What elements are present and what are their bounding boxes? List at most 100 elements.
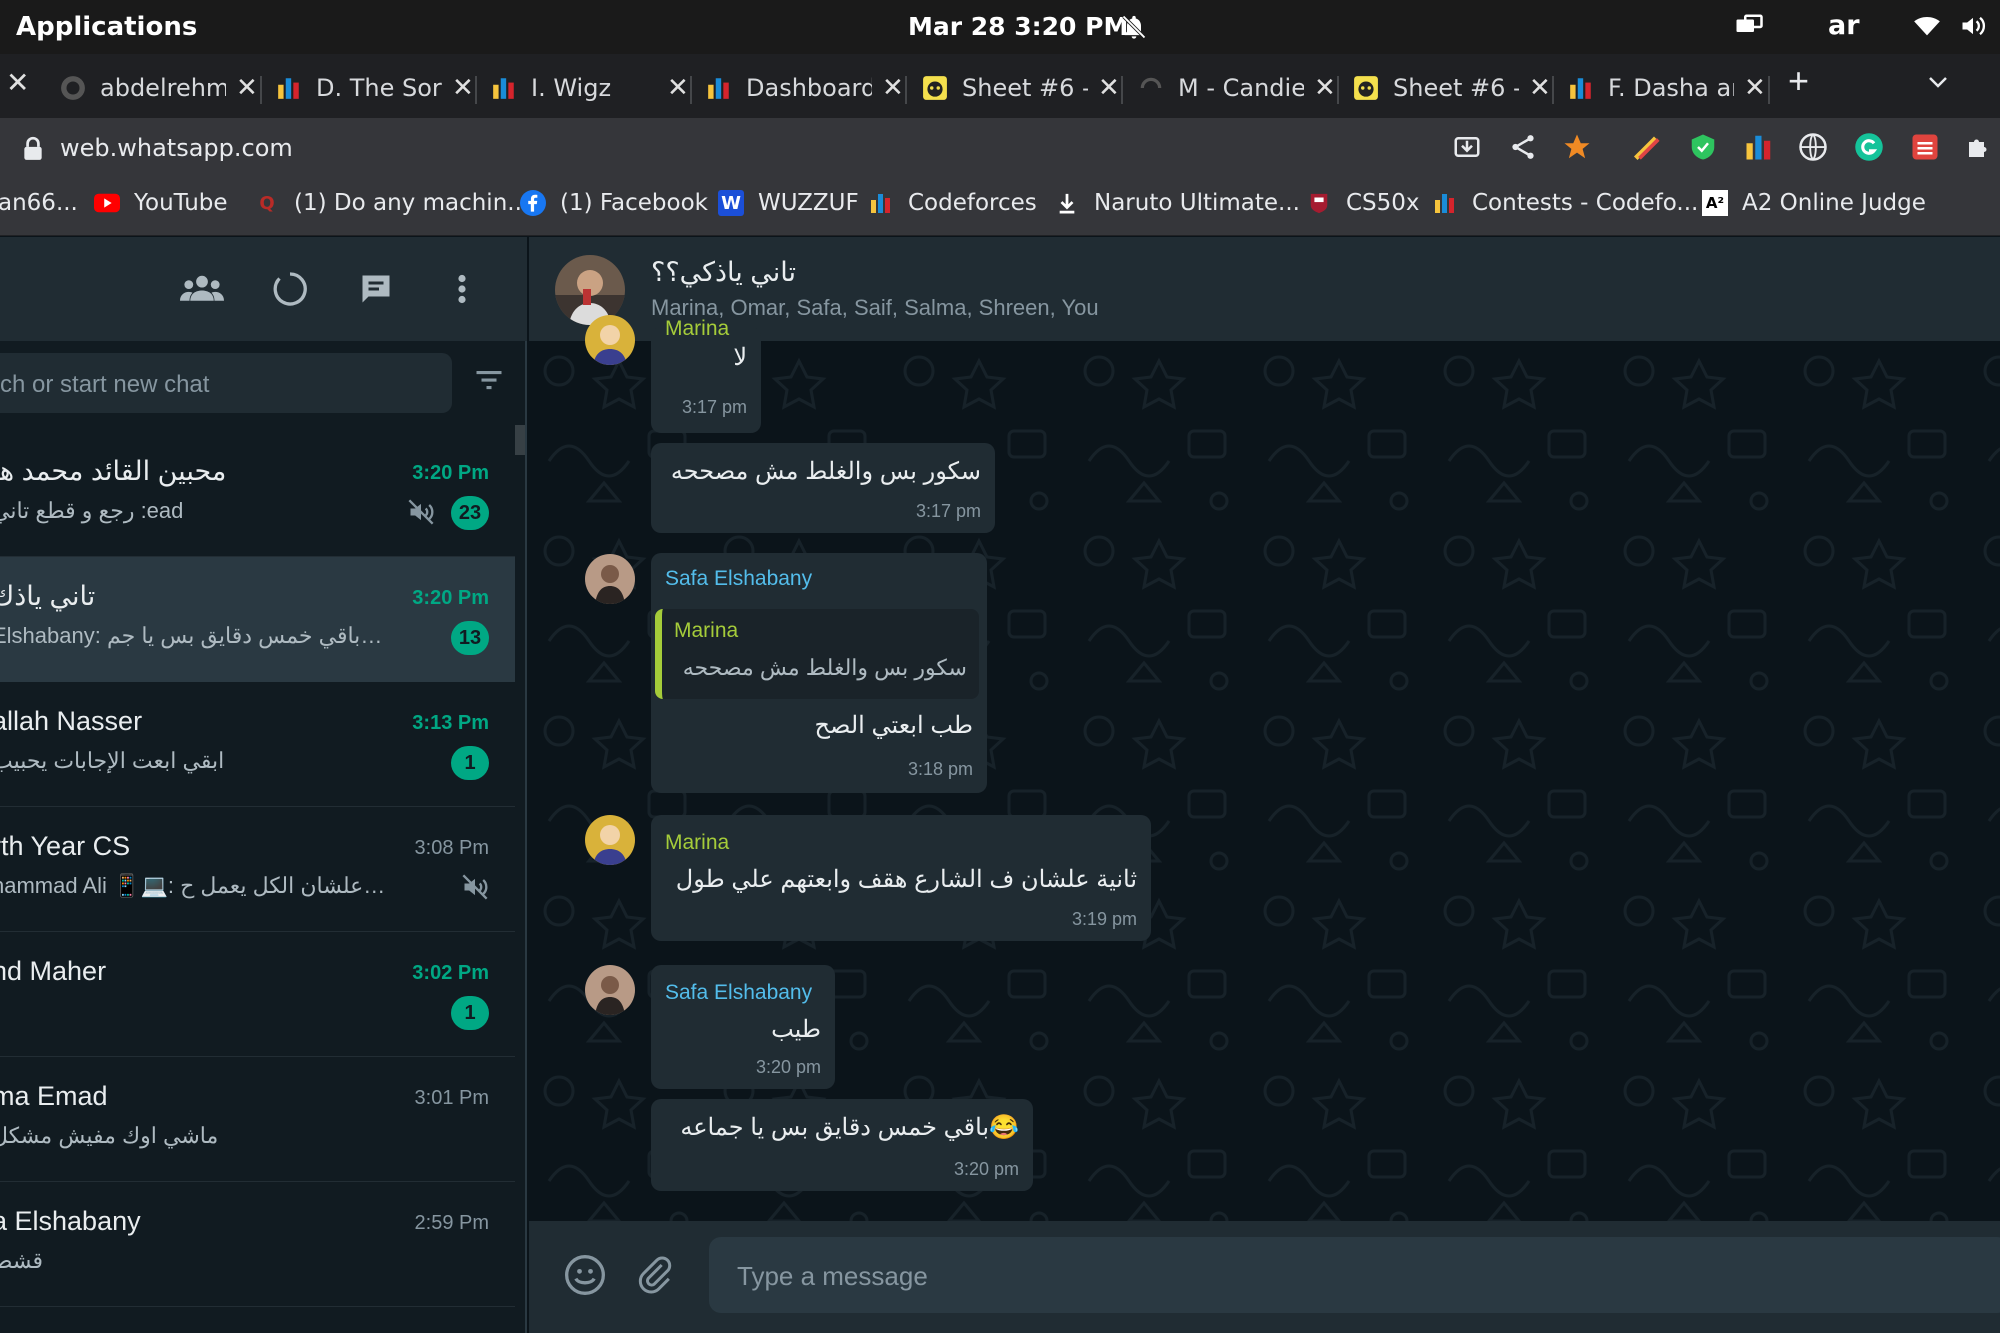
globe-extension-icon[interactable] <box>1798 132 1828 167</box>
lock-icon[interactable] <box>22 136 44 167</box>
codeforces-icon <box>276 75 302 101</box>
notifications-muted-icon[interactable] <box>1120 12 1148 46</box>
tab-close-icon[interactable]: ✕ <box>236 73 258 103</box>
bookmark-item[interactable]: an66... <box>0 190 78 216</box>
search-input[interactable]: ch or start new chat <box>0 353 452 413</box>
chat-list-item[interactable]: a Elshabany 2:59 Pm قشط <box>0 1182 515 1307</box>
bookmark-a2[interactable]: A² A2 Online Judge <box>1702 190 1926 216</box>
tab-close-icon[interactable]: ✕ <box>1744 73 1766 103</box>
message-sender: Marina <box>665 831 730 854</box>
message-bubble[interactable]: Safa Elshabany Marina سكور بس والغلط مش … <box>651 553 987 793</box>
codeforces-icon <box>1568 75 1594 101</box>
chat-list-item[interactable]: allah Nasser 3:13 Pm ابقي ابعت الإجابات … <box>0 682 515 807</box>
tab-close-icon[interactable]: ✕ <box>667 73 689 103</box>
chat-list-item[interactable]: محبين القائد محمد هـ 3:20 Pm رجع و قطع ت… <box>0 432 515 557</box>
chat-list-pane: ch or start new chat محبين القائد محمد ه… <box>0 237 527 1333</box>
conversation-header[interactable]: تاني ياذكي؟؟ Marina, Omar, Safa, Saif, S… <box>529 237 2000 341</box>
new-tab-plus-icon[interactable]: + <box>1788 60 1809 102</box>
tab-separator <box>260 76 262 104</box>
system-clock[interactable]: Mar 28 3:20 PM <box>908 12 1128 41</box>
browser-tab[interactable]: I. Wigz ✕ <box>491 62 689 114</box>
chat-name: محبين القائد محمد هـ <box>0 456 227 486</box>
message-bubble[interactable]: Safa Elshabany طيب 3:20 pm <box>651 965 835 1089</box>
applications-menu[interactable]: Applications <box>16 12 197 42</box>
bookmark-facebook[interactable]: (1) Facebook <box>520 190 708 216</box>
tab-close-icon[interactable]: ✕ <box>1098 73 1120 103</box>
status-icon[interactable] <box>272 271 308 312</box>
codeforces-icon <box>868 190 894 216</box>
sender-avatar-marina[interactable] <box>585 315 635 365</box>
sender-avatar-safa[interactable] <box>585 554 635 604</box>
message-bubble[interactable]: Marina لا 3:17 pm <box>651 317 761 433</box>
keyboard-layout-indicator[interactable]: ar <box>1828 10 1860 41</box>
filter-icon[interactable] <box>474 367 504 398</box>
emoji-icon[interactable] <box>563 1253 607 1302</box>
sender-avatar-safa[interactable] <box>585 965 635 1015</box>
message-sender: Safa Elshabany <box>665 567 813 590</box>
muted-icon <box>461 873 489 906</box>
bookmark-youtube[interactable]: YouTube <box>94 190 228 216</box>
chat-list-item[interactable]: تاني ياذك 3:20 Pm Elshabany: باقي خمس دق… <box>0 557 515 682</box>
quoted-message[interactable]: Marina سكور بس والغلط مش مصححه <box>655 609 979 699</box>
bookmark-label: YouTube <box>134 190 228 216</box>
tab-title: I. Wigz <box>531 74 612 102</box>
quoted-text: سكور بس والغلط مش مصححه <box>682 655 967 680</box>
message-text: طب ابعتي الصح <box>814 712 973 739</box>
chat-list-scrollbar[interactable] <box>515 425 525 455</box>
tab-separator <box>1337 76 1339 104</box>
share-icon[interactable] <box>1508 132 1538 167</box>
chat-time: 3:02 Pm <box>412 962 489 984</box>
bookmark-wuzzuf[interactable]: W WUZZUF <box>718 190 859 216</box>
chat-list-item[interactable]: ma Emad 3:01 Pm ماشي اوك مفيش مشكل <box>0 1057 515 1182</box>
chat-list-item[interactable]: rth Year CS 3:08 Pm hammad Ali 📱💻: علشان… <box>0 807 515 932</box>
attach-icon[interactable] <box>635 1253 675 1302</box>
bookmark-naruto[interactable]: Naruto Ultimate... <box>1054 190 1300 216</box>
message-bubble[interactable]: باقي خمس دقايق بس يا جماعه😂 3:20 pm <box>651 1099 1033 1191</box>
bookmark-codeforces[interactable]: Codeforces <box>868 190 1037 216</box>
grammarly-extension-icon[interactable] <box>1854 132 1884 167</box>
extensions-puzzle-icon[interactable] <box>1964 132 1994 167</box>
browser-tab[interactable]: Dashboard ✕ <box>706 62 904 114</box>
screens-icon[interactable] <box>1734 12 1764 46</box>
color-picker-extension-icon[interactable] <box>1632 132 1662 167</box>
bookmark-star-icon[interactable] <box>1562 132 1592 167</box>
communities-icon[interactable] <box>180 271 224 312</box>
tab-close-icon[interactable]: ✕ <box>1314 73 1336 103</box>
chat-preview: رجع و قطع تاني :ead <box>0 498 184 523</box>
bookmark-contests[interactable]: Contests - Codefo... <box>1432 190 1698 216</box>
browser-tab[interactable]: F. Dasha and ✕ <box>1568 62 1766 114</box>
wifi-icon[interactable] <box>1912 12 1942 44</box>
bookmark-cs50[interactable]: CS50x <box>1306 190 1420 216</box>
tab-close-icon[interactable]: ✕ <box>882 73 904 103</box>
message-bubble[interactable]: Marina ثانية علشان ف الشارع هقف وابعتهم … <box>651 815 1151 941</box>
chat-list-item[interactable]: nd Maher 3:02 Pm . 1 <box>0 932 515 1057</box>
chat-time: 2:59 Pm <box>414 1212 489 1234</box>
volume-icon[interactable] <box>1958 12 1988 44</box>
browser-tab[interactable]: Sheet #6 - ✕ <box>922 62 1120 114</box>
todo-extension-icon[interactable] <box>1910 132 1940 167</box>
browser-tab[interactable]: D. The Sorting ✕ <box>276 62 474 114</box>
tab-close-icon[interactable]: ✕ <box>1529 73 1551 103</box>
shield-extension-icon[interactable] <box>1688 132 1718 167</box>
install-app-icon[interactable] <box>1452 132 1482 167</box>
browser-tab[interactable]: Sheet #6 - ✕ <box>1353 62 1551 114</box>
chat-preview: ابقي ابعت الإجابات يحبيب <box>0 748 225 773</box>
message-input[interactable]: Type a message <box>709 1237 2000 1313</box>
url-field[interactable]: web.whatsapp.com <box>60 134 293 162</box>
tab-close-icon[interactable]: ✕ <box>452 73 474 103</box>
github-icon <box>60 75 86 101</box>
sender-avatar-marina[interactable] <box>585 815 635 865</box>
browser-tab[interactable]: abdelrehman ✕ <box>60 62 258 114</box>
browser-tab[interactable]: M - Candies ✕ <box>1138 62 1336 114</box>
tab-search-chevron-icon[interactable] <box>1924 70 1952 99</box>
chat-name: nd Maher <box>0 956 107 986</box>
menu-kebab-icon[interactable] <box>452 271 472 312</box>
unread-badge: 13 <box>451 621 489 655</box>
tab-close-icon[interactable]: ✕ <box>6 66 29 99</box>
bookmark-quora[interactable]: Q (1) Do any machin... <box>254 190 529 216</box>
codeforces-extension-icon[interactable] <box>1744 132 1774 167</box>
message-bubble[interactable]: سكور بس والغلط مش مصححه 3:17 pm <box>651 443 995 533</box>
message-composer: Type a message <box>529 1221 2000 1333</box>
new-chat-icon[interactable] <box>358 271 394 312</box>
message-time: 3:20 pm <box>755 1057 821 1077</box>
